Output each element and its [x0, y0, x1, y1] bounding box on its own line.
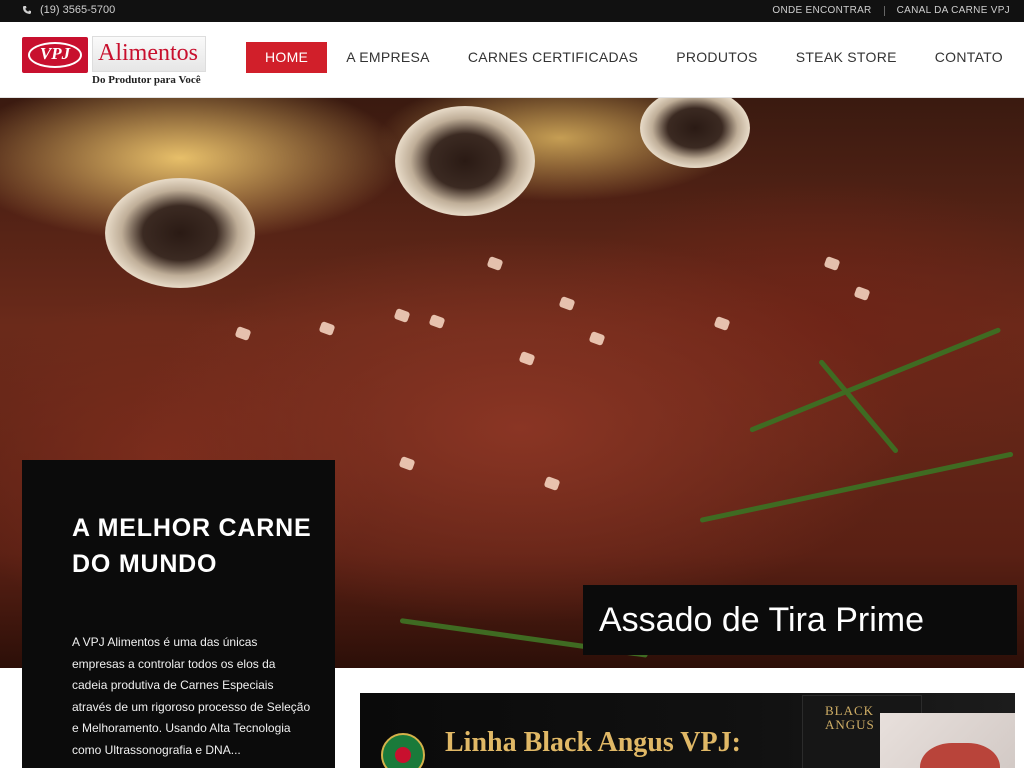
- logo-brand-plate: Alimentos: [92, 36, 206, 72]
- salt-crystal: [318, 320, 336, 337]
- link-divider: [883, 5, 885, 16]
- salt-crystal: [558, 295, 576, 312]
- salt-crystal: [398, 455, 416, 472]
- slide-caption: Assado de Tira Prime: [583, 585, 1017, 655]
- phone-number: (19) 3565-5700: [40, 4, 116, 16]
- nav-steak-store[interactable]: STEAK STORE: [777, 42, 916, 73]
- nav-a-empresa[interactable]: A EMPRESA: [327, 42, 449, 73]
- logo-badge: VPJ: [22, 37, 88, 73]
- black-angus-banner[interactable]: Linha Black Angus VPJ: BLACK ANGUS: [360, 693, 1015, 768]
- salt-crystal: [713, 315, 731, 332]
- logo-brand-name: Alimentos: [98, 40, 198, 66]
- bone-marrow-left: [105, 178, 255, 288]
- hero-intro-card: A MELHOR CARNE DO MUNDO A VPJ Alimentos …: [22, 460, 335, 768]
- packaged-meat-image: [880, 713, 1015, 768]
- salt-crystal: [486, 255, 504, 272]
- nav-carnes-certificadas[interactable]: CARNES CERTIFICADAS: [449, 42, 657, 73]
- link-canal-da-carne[interactable]: CANAL DA CARNE VPJ: [897, 5, 1010, 16]
- bone-marrow-right: [640, 98, 750, 168]
- logo-badge-text: VPJ: [39, 44, 71, 63]
- rosemary-sprig: [699, 451, 1014, 523]
- site-logo[interactable]: VPJ Alimentos Do Produtor para Você: [22, 36, 206, 88]
- link-onde-encontrar[interactable]: ONDE ENCONTRAR: [772, 5, 871, 16]
- main-nav: HOME A EMPRESA CARNES CERTIFICADAS PRODU…: [246, 42, 1022, 73]
- nav-home[interactable]: HOME: [246, 42, 328, 73]
- nav-contato[interactable]: CONTATO: [916, 42, 1022, 73]
- top-bar: (19) 3565-5700 ONDE ENCONTRAR CANAL DA C…: [0, 0, 1024, 22]
- salt-crystal: [588, 330, 606, 347]
- rosemary-sprig: [749, 327, 1002, 433]
- hero-description: A VPJ Alimentos é uma das únicas empresa…: [72, 635, 311, 757]
- nav-produtos[interactable]: PRODUTOS: [657, 42, 777, 73]
- site-header: VPJ Alimentos Do Produtor para Você HOME…: [0, 22, 1024, 98]
- salt-crystal: [393, 307, 411, 324]
- phone-contact[interactable]: (19) 3565-5700: [22, 4, 115, 16]
- salt-crystal: [853, 285, 871, 302]
- salt-crystal: [543, 475, 561, 492]
- phone-icon: [23, 6, 31, 14]
- angus-seal-icon: [381, 733, 425, 768]
- top-links: ONDE ENCONTRAR CANAL DA CARNE VPJ: [772, 5, 1010, 16]
- salt-crystal: [234, 325, 252, 342]
- bone-marrow-center: [395, 106, 535, 216]
- salt-crystal: [823, 255, 841, 272]
- salt-crystal: [518, 350, 536, 367]
- salt-crystal: [428, 313, 446, 330]
- hero-title: A MELHOR CARNE DO MUNDO: [72, 514, 312, 578]
- banner-title: Linha Black Angus VPJ:: [445, 727, 741, 758]
- logo-tagline: Do Produtor para Você: [92, 74, 201, 86]
